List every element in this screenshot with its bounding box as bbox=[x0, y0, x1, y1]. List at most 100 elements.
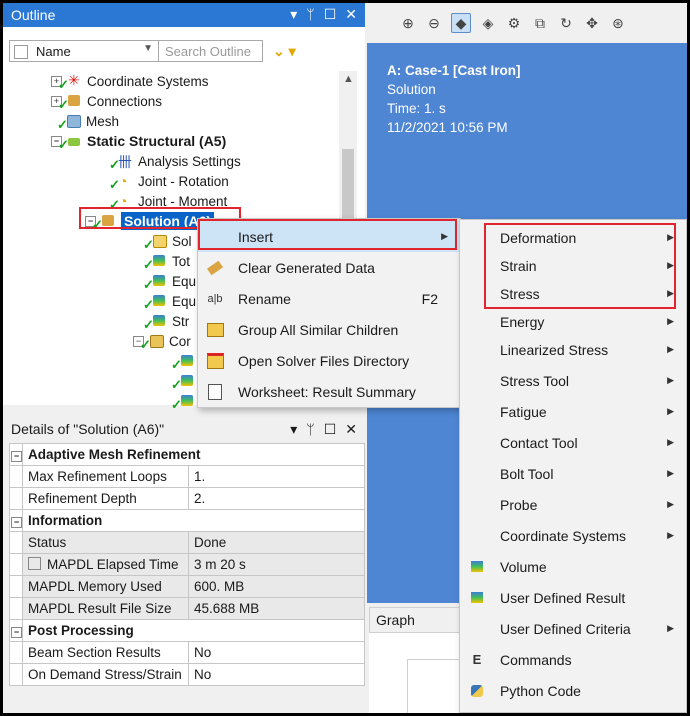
submenu-arrow-icon: ▶ bbox=[667, 375, 674, 385]
wireframe-icon[interactable]: ⚙ bbox=[505, 14, 523, 32]
outline-close-icon[interactable]: ✕ bbox=[345, 6, 357, 23]
tree-node-solution-information[interactable]: ✓ Sol bbox=[143, 231, 192, 253]
analysis-case-title: A: Case-1 [Cast Iron] bbox=[387, 63, 521, 78]
menu-item-rename[interactable]: a|b Rename F2 bbox=[198, 283, 460, 314]
app-window: Outline ▾ ᛘ ☐ ✕ Name ▼ Search Outline ⌄ … bbox=[3, 3, 687, 713]
submenu-arrow-icon: ▶ bbox=[667, 344, 674, 354]
outline-dropdown-icon[interactable]: ▾ bbox=[290, 6, 297, 23]
table-row[interactable]: Max Refinement Loops 1. bbox=[9, 465, 365, 488]
collapse-icon[interactable]: − bbox=[11, 627, 22, 638]
menu-item-open-solver-files[interactable]: Open Solver Files Directory bbox=[198, 345, 460, 376]
tree-node-static-structural[interactable]: − ✓ Static Structural (A5) bbox=[51, 131, 226, 152]
details-title-bar: Details of "Solution (A6)" ▾ ᛘ ☐ ✕ bbox=[3, 417, 365, 441]
result-time: Time: 1. s bbox=[387, 101, 446, 116]
outline-maximize-icon[interactable]: ☐ bbox=[324, 6, 337, 23]
folder-icon: ✓ bbox=[140, 333, 164, 352]
table-row: MAPDL Result File Size 45.688 MB bbox=[9, 597, 365, 620]
result-types-highlight-box bbox=[484, 223, 676, 309]
result-icon: ✓ bbox=[171, 353, 195, 372]
tree-node-coordinate-systems[interactable]: + ✓ ✳ Coordinate Systems bbox=[51, 71, 209, 92]
outline-pin-icon[interactable]: ᛘ bbox=[306, 6, 314, 23]
search-outline-input[interactable]: Search Outline bbox=[159, 40, 263, 62]
collapse-icon[interactable]: − bbox=[11, 517, 22, 528]
outline-filter-row: Name ▼ Search Outline ⌄ ▾ bbox=[9, 39, 359, 63]
rename-icon: a|b bbox=[207, 292, 223, 305]
graph-panel-tab[interactable]: Graph bbox=[369, 607, 465, 633]
details-maximize-icon[interactable]: ☐ bbox=[324, 421, 337, 438]
joint-rotation-icon: ✓ ◔ bbox=[109, 173, 128, 192]
submenu-arrow-icon: ▶ bbox=[667, 316, 674, 326]
table-row[interactable]: Refinement Depth 2. bbox=[9, 487, 365, 510]
filter-checkbox[interactable] bbox=[14, 45, 28, 59]
tree-node-result-1[interactable]: ✓ Tot bbox=[143, 251, 190, 273]
submenu-arrow-icon: ▶ bbox=[667, 530, 674, 540]
graphics-toolbar: ⊕ ⊖ ◆ ◈ ⚙ ⧉ ↻ ✥ ⊛ bbox=[367, 3, 687, 43]
insert-highlight-box bbox=[198, 219, 457, 250]
menu-item-label: Stress Tool bbox=[500, 372, 569, 389]
menu-item-python-code[interactable]: Python Code bbox=[460, 675, 686, 706]
filter-type-select[interactable]: Name ▼ bbox=[9, 40, 159, 62]
table-row: MAPDL Elapsed Time 3 m 20 s bbox=[9, 553, 365, 576]
group-header-adaptive[interactable]: − Adaptive Mesh Refinement bbox=[9, 443, 365, 466]
scroll-up-icon[interactable]: ▲ bbox=[343, 73, 354, 85]
tree-node-mesh[interactable]: ✓ Mesh bbox=[57, 111, 119, 133]
result-date: 11/2/2021 10:56 PM bbox=[387, 120, 508, 135]
worksheet-icon bbox=[206, 383, 224, 401]
menu-item-fatigue[interactable]: Fatigue ▶ bbox=[460, 396, 686, 427]
menu-item-probe[interactable]: Probe ▶ bbox=[460, 489, 686, 520]
menu-item-clear-generated-data[interactable]: Clear Generated Data bbox=[198, 252, 460, 283]
section-view-icon[interactable]: ⧉ bbox=[531, 14, 549, 32]
rotate-icon[interactable]: ↻ bbox=[557, 14, 575, 32]
table-row[interactable]: On Demand Stress/Strain No bbox=[9, 663, 365, 686]
zoom-in-icon[interactable]: ⊕ bbox=[399, 14, 417, 32]
user-defined-result-icon bbox=[468, 589, 486, 607]
zoom-out-icon[interactable]: ⊖ bbox=[425, 14, 443, 32]
details-dropdown-icon[interactable]: ▾ bbox=[290, 421, 297, 438]
result-icon: ✓ bbox=[143, 293, 167, 312]
menu-item-volume[interactable]: Volume bbox=[460, 551, 686, 582]
result-icon: ✓ bbox=[143, 313, 167, 332]
tree-node-folder[interactable]: − ✓ Cor bbox=[133, 331, 191, 352]
group-header-information[interactable]: − Information bbox=[9, 509, 365, 532]
menu-item-contact-tool[interactable]: Contact Tool ▶ bbox=[460, 427, 686, 458]
shaded-view-icon[interactable]: ◈ bbox=[479, 14, 497, 32]
solution-info-icon: ✓ bbox=[143, 233, 167, 252]
menu-item-label: Energy bbox=[500, 313, 545, 330]
menu-item-worksheet[interactable]: Worksheet: Result Summary bbox=[198, 376, 460, 407]
tree-node-result-4[interactable]: ✓ Str bbox=[143, 311, 189, 333]
python-code-icon bbox=[468, 682, 486, 700]
menu-item-coordinate-systems[interactable]: Coordinate Systems ▶ bbox=[460, 520, 686, 551]
parameter-checkbox[interactable] bbox=[28, 557, 41, 570]
chevron-down-icon: ▼ bbox=[143, 43, 153, 54]
table-row[interactable]: Beam Section Results No bbox=[9, 641, 365, 664]
submenu-arrow-icon: ▶ bbox=[667, 499, 674, 509]
zoom-fit-icon[interactable]: ⊛ bbox=[609, 14, 627, 32]
menu-item-label: Fatigue bbox=[500, 403, 547, 420]
menu-item-linearized-stress[interactable]: Linearized Stress ▶ bbox=[460, 334, 686, 365]
details-pin-icon[interactable]: ᛘ bbox=[306, 421, 314, 438]
group-header-post-processing[interactable]: − Post Processing bbox=[9, 619, 365, 642]
outline-title-bar: Outline ▾ ᛘ ☐ ✕ bbox=[3, 3, 365, 27]
menu-item-commands[interactable]: E Commands bbox=[460, 644, 686, 675]
tree-node-analysis-settings[interactable]: ✓ 卌 Analysis Settings bbox=[109, 151, 241, 173]
pan-icon[interactable]: ✥ bbox=[583, 14, 601, 32]
tree-node-connections[interactable]: + ✓ Connections bbox=[51, 91, 162, 112]
menu-item-user-defined-result[interactable]: User Defined Result bbox=[460, 582, 686, 613]
tree-node-joint-rotation[interactable]: ✓ ◔ Joint - Rotation bbox=[109, 171, 229, 192]
collapse-icon[interactable]: − bbox=[11, 451, 22, 462]
menu-item-stress-tool[interactable]: Stress Tool ▶ bbox=[460, 365, 686, 396]
menu-item-group-similar[interactable]: Group All Similar Children bbox=[198, 314, 460, 345]
menu-item-user-defined-criteria[interactable]: User Defined Criteria ▶ bbox=[460, 613, 686, 644]
folder-icon bbox=[206, 321, 224, 339]
tree-node-result-2[interactable]: ✓ Equ bbox=[143, 271, 196, 293]
table-row: MAPDL Memory Used 600. MB bbox=[9, 575, 365, 598]
menu-item-energy[interactable]: Energy ▶ bbox=[460, 306, 686, 337]
details-close-icon[interactable]: ✕ bbox=[345, 421, 357, 438]
mesh-icon: ✓ bbox=[57, 113, 81, 132]
menu-item-label: Commands bbox=[500, 651, 572, 668]
solid-view-icon[interactable]: ◆ bbox=[451, 13, 471, 33]
menu-item-label: Contact Tool bbox=[500, 434, 578, 451]
tree-node-result-3[interactable]: ✓ Equ bbox=[143, 291, 196, 313]
search-options-chevron-icon[interactable]: ⌄ ▾ bbox=[273, 43, 296, 60]
menu-item-bolt-tool[interactable]: Bolt Tool ▶ bbox=[460, 458, 686, 489]
